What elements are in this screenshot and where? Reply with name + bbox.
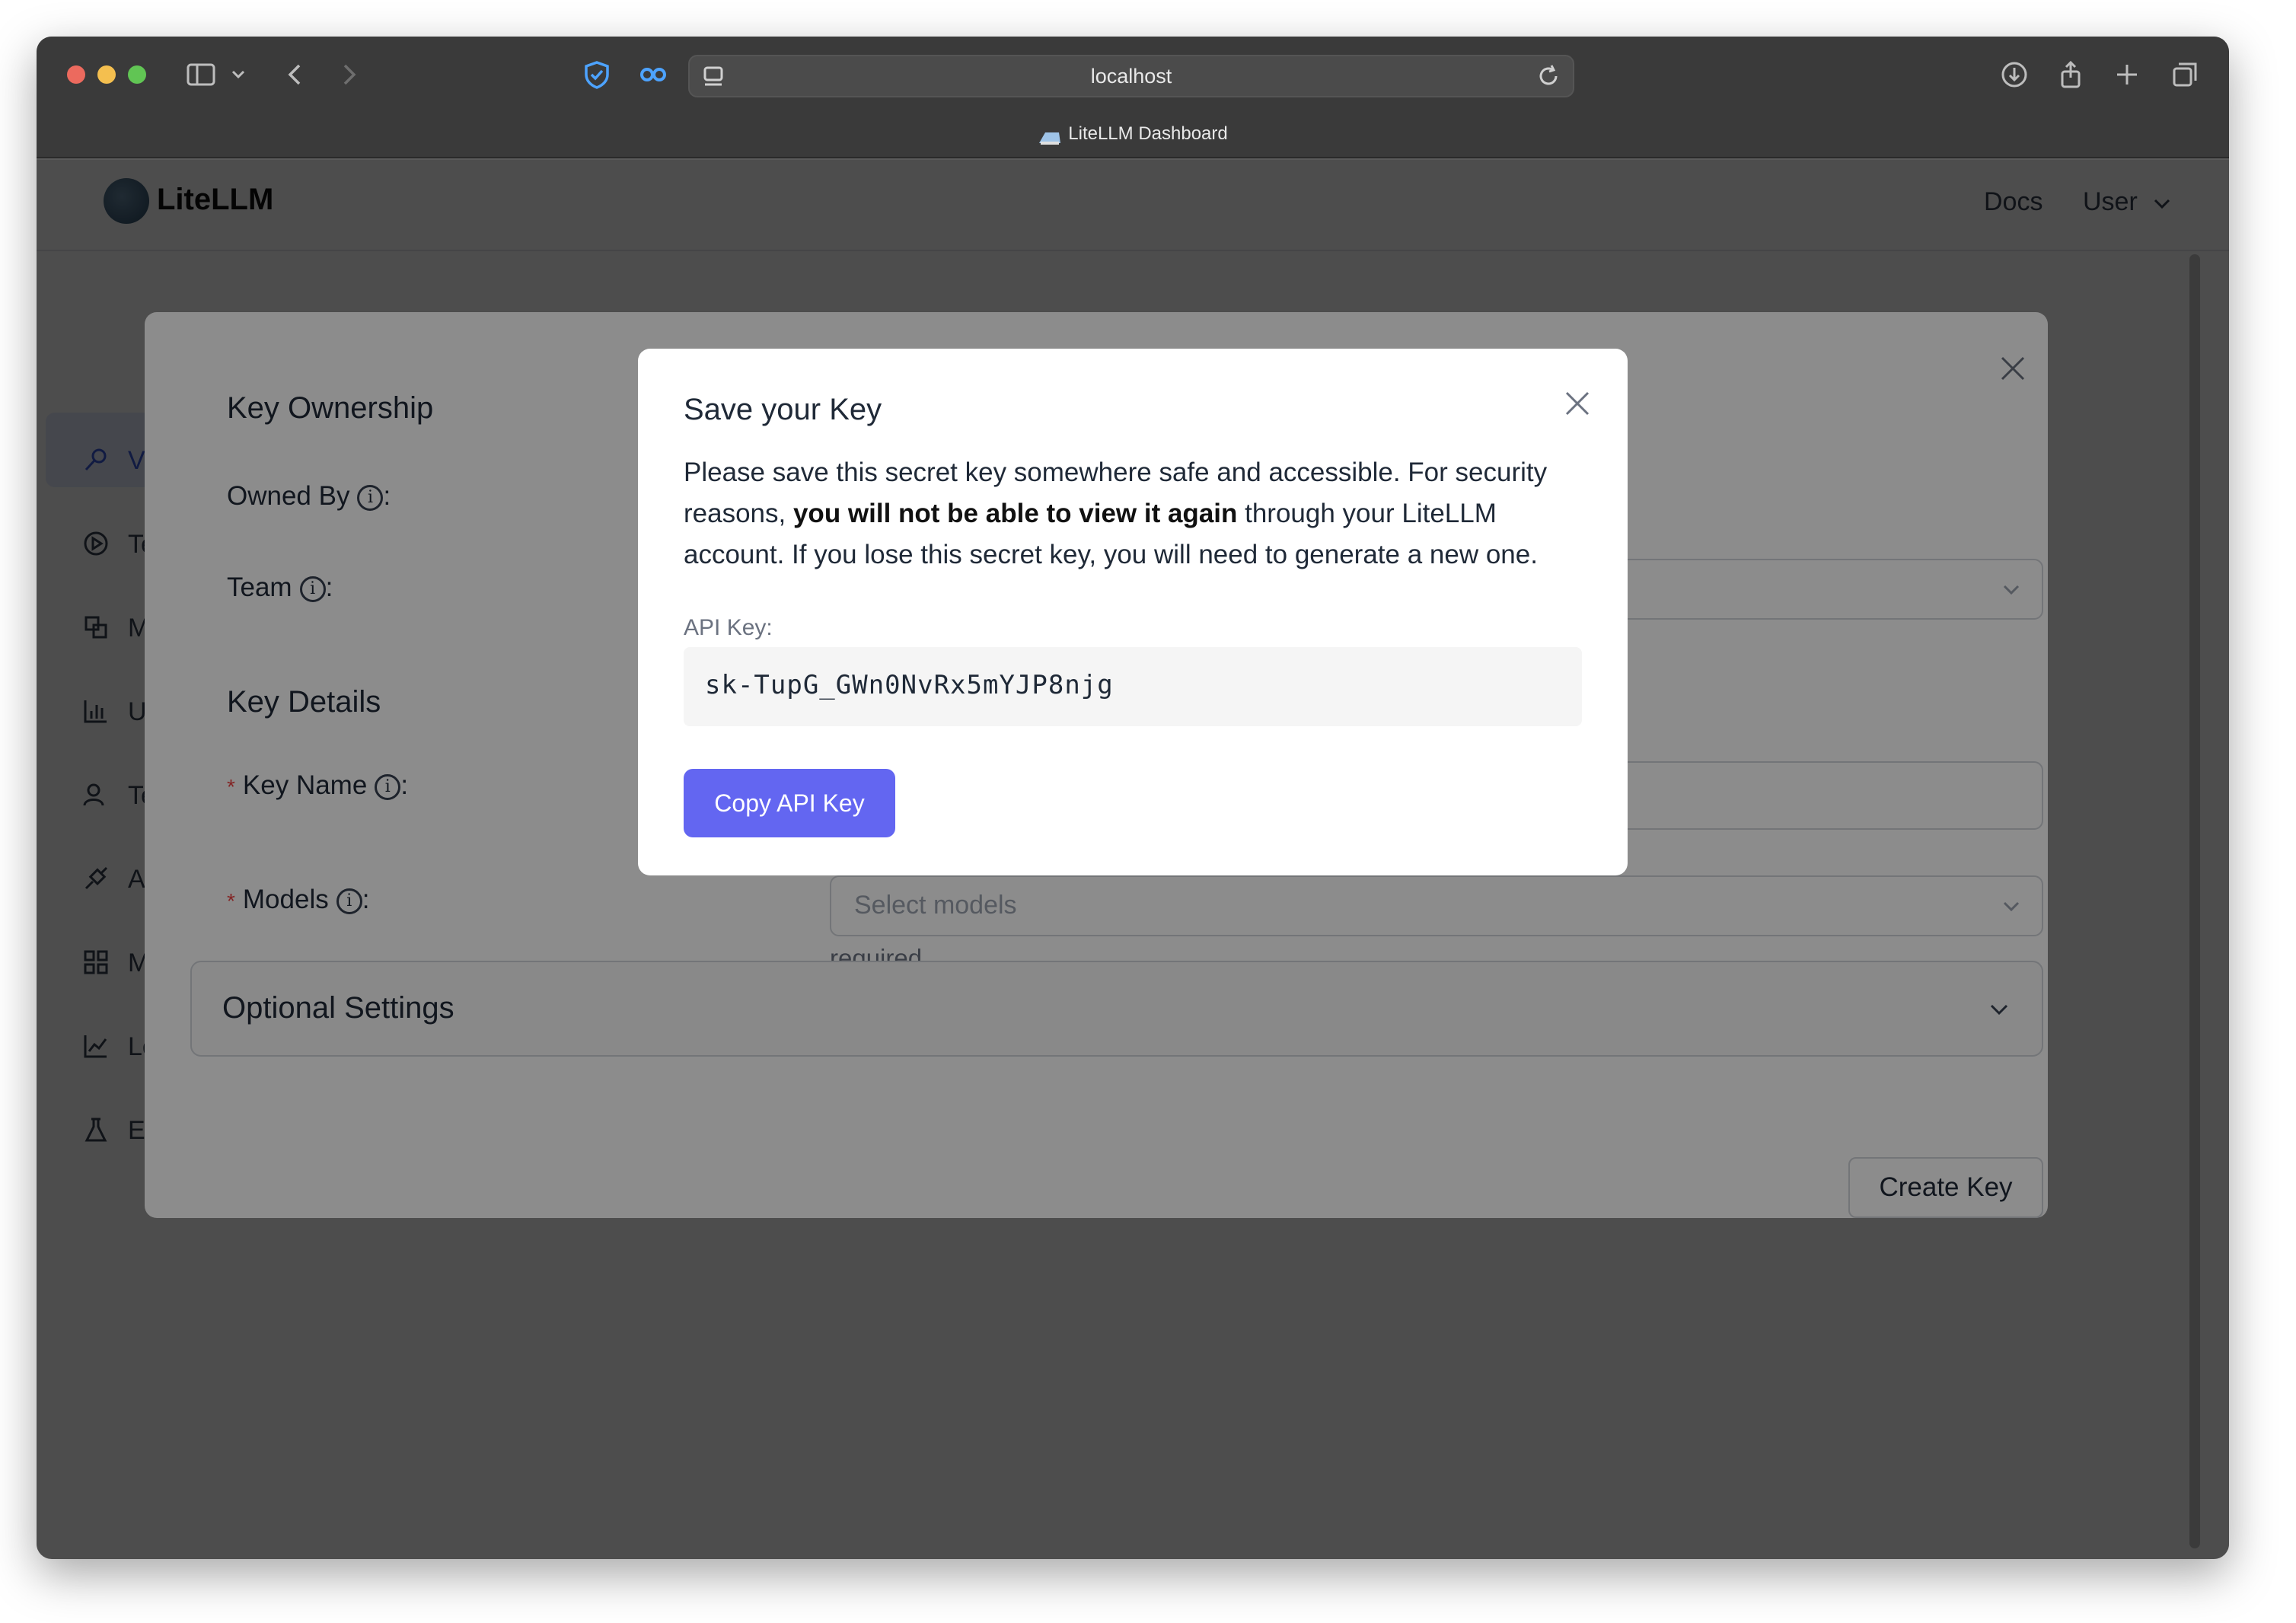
- save-key-modal: Save your Key Please save this secret ke…: [638, 349, 1628, 875]
- zoom-window-button[interactable]: [128, 65, 146, 84]
- back-icon[interactable]: [280, 59, 311, 97]
- page-scrollbar[interactable]: [2189, 254, 2200, 1548]
- forward-icon[interactable]: [333, 59, 364, 97]
- address-bar[interactable]: localhost: [688, 55, 1574, 97]
- new-tab-icon[interactable]: [2112, 59, 2142, 97]
- url-text: localhost: [1090, 65, 1172, 88]
- chevron-down-icon[interactable]: [227, 59, 250, 97]
- save-key-title: Save your Key: [684, 393, 882, 426]
- close-window-button[interactable]: [67, 65, 85, 84]
- downloads-icon[interactable]: [1999, 59, 2030, 97]
- api-key-box[interactable]: sk-TupG_GWn0NvRx5mYJP8njg: [684, 647, 1582, 726]
- sidebar-toggle-icon[interactable]: [186, 59, 216, 97]
- api-key-value[interactable]: sk-TupG_GWn0NvRx5mYJP8njg: [705, 670, 1114, 700]
- minimize-window-button[interactable]: [97, 65, 116, 84]
- share-icon[interactable]: [2055, 59, 2086, 97]
- tab-title-text: LiteLLM Dashboard: [1068, 123, 1228, 144]
- copy-api-key-button[interactable]: Copy API Key: [684, 769, 895, 837]
- desc-bold: you will not be able to view it again: [792, 499, 1238, 528]
- reload-icon[interactable]: [1533, 61, 1564, 98]
- shield-icon[interactable]: [582, 59, 612, 97]
- close-icon[interactable]: [1561, 387, 1594, 420]
- tab-overview-icon[interactable]: [2170, 59, 2200, 97]
- litellm-favicon-icon: [1038, 126, 1062, 145]
- api-key-label: API Key:: [684, 615, 773, 640]
- save-key-description: Please save this secret key somewhere sa…: [684, 452, 1582, 576]
- browser-titlebar: localhost LiteLLM Dashboard: [37, 37, 2229, 158]
- extension-infinity-icon[interactable]: [638, 59, 668, 97]
- active-tab[interactable]: LiteLLM Dashboard: [37, 119, 2229, 149]
